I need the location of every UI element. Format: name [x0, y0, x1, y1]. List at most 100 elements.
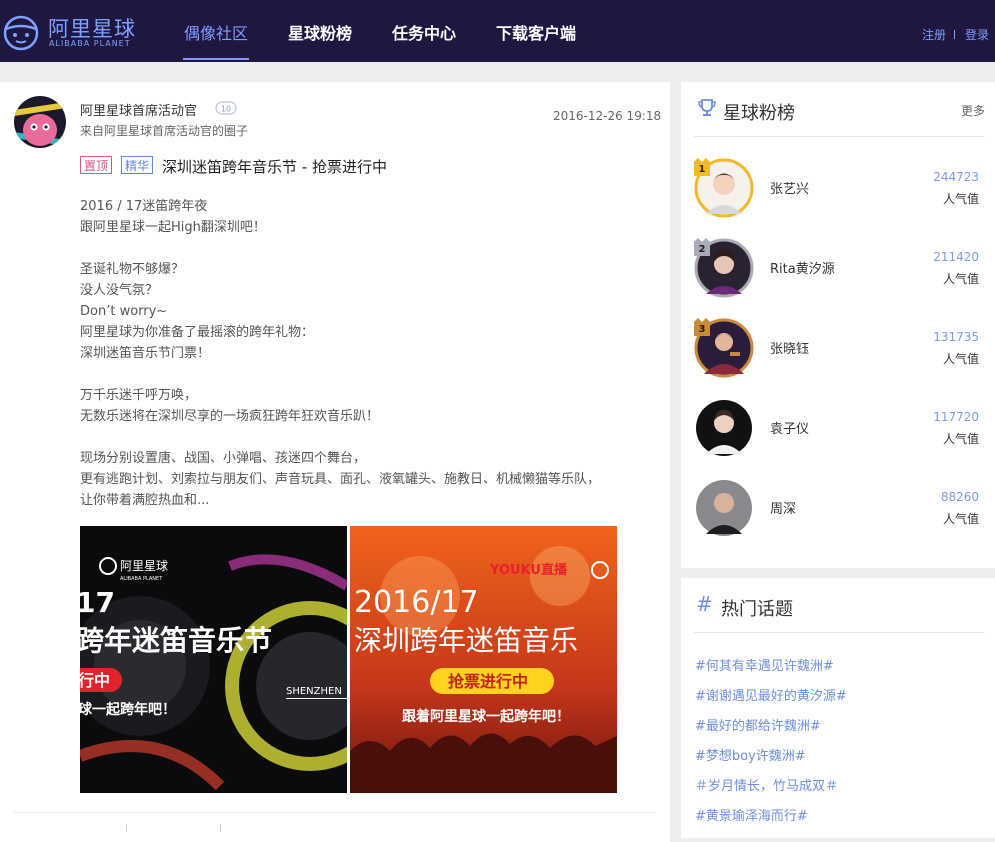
- poster1-brand-sub: ALIBABA PLANET: [120, 576, 163, 582]
- hashtag-icon: #: [696, 592, 713, 616]
- nav-download-client[interactable]: 下载客户端: [496, 20, 576, 44]
- planet-logo-icon: [3, 15, 39, 51]
- nav-task-center[interactable]: 任务中心: [392, 20, 456, 44]
- post-footer-divider: [14, 812, 656, 813]
- login-link[interactable]: 登录: [965, 26, 989, 43]
- rank-crown-bronze-icon: 3: [694, 318, 710, 336]
- register-link[interactable]: 注册: [922, 26, 946, 43]
- author-name[interactable]: 阿里星球首席活动官: [80, 100, 197, 119]
- ranking-avatar[interactable]: [694, 398, 754, 458]
- poster1-title: 跨年迷笛音乐节: [80, 624, 272, 657]
- post-body-line: 更有逃跑计划、刘索拉与朋友们、声音玩具、面孔、液氧罐头、施教日、机械懒猫等乐队，: [80, 472, 601, 487]
- ranking-score: 244723: [933, 170, 979, 184]
- auth-divider: [954, 30, 955, 39]
- ranking-name[interactable]: 张晓钰: [770, 338, 809, 357]
- ranking-row[interactable]: 1 张艺兴 244723 人气值: [681, 158, 995, 238]
- poster2-slogan: 跟着阿里星球一起跨年吧！: [402, 708, 570, 725]
- svg-text:10: 10: [221, 105, 231, 114]
- rank-number: 1: [699, 164, 706, 175]
- featured-tag: 精华: [121, 156, 154, 174]
- topic-link[interactable]: #最好的都给许魏洲#: [695, 715, 821, 734]
- post-body-line: 让你带着满腔热血和...: [80, 493, 210, 508]
- ranking-score: 131735: [933, 330, 979, 344]
- ranking-more-link[interactable]: 更多: [961, 102, 985, 119]
- post-body-line: 无数乐迷将在深圳尽享的一场疯狂跨年狂欢音乐趴！: [80, 409, 380, 424]
- rank-number: 2: [699, 244, 706, 255]
- post-body: 2016 / 17迷笛跨年夜 跟阿里星球一起High翻深圳吧！ 圣诞礼物不够爆？…: [80, 196, 660, 511]
- ranking-name[interactable]: 张艺兴: [770, 178, 809, 197]
- poster2-year: 2016/17: [354, 585, 479, 620]
- poster1-brand: 阿里星球: [120, 559, 168, 573]
- footer-separator: [126, 824, 127, 832]
- post-body-line: 万千乐迷千呼万唤，: [80, 388, 198, 403]
- trophy-icon: [698, 99, 716, 116]
- rank-crown-gold-icon: 1: [694, 158, 710, 176]
- topic-link[interactable]: #谢谢遇见最好的黄汐源#: [695, 685, 847, 704]
- nav-idol-community[interactable]: 偶像社区: [184, 20, 248, 44]
- poster2-brand: YOUKU直播: [489, 562, 568, 578]
- ranking-row[interactable]: 周深 88260 人气值: [681, 478, 995, 558]
- post-body-line: 没人没气氛？: [80, 283, 159, 298]
- ranking-unit: 人气值: [942, 192, 979, 206]
- ranking-avatar[interactable]: [694, 478, 754, 538]
- ranking-score: 88260: [940, 490, 979, 504]
- rank-number: 3: [699, 324, 706, 335]
- topic-link[interactable]: #黄景瑜泽海而行#: [695, 805, 808, 824]
- post-body-line: 阿里星球为你准备了最摇滚的跨年礼物：: [80, 325, 315, 340]
- footer-separator: [220, 824, 221, 832]
- poster2-badge: 抢票进行中: [448, 672, 528, 691]
- topics-divider: [694, 632, 985, 633]
- post-card: 阿里星球首席活动官 10 来自阿里星球首席活动官的圈子 2016-12-26 1…: [0, 82, 670, 842]
- ranking-unit: 人气值: [942, 432, 979, 446]
- ranking-score: 211420: [933, 250, 979, 264]
- post-body-line: [80, 364, 660, 385]
- ranking-score: 117720: [933, 410, 979, 424]
- poster1-badge: 行中: [80, 671, 110, 690]
- site-logo[interactable]: 阿里星球 ALIBABA PLANET: [2, 12, 135, 52]
- ranking-unit: 人气值: [942, 512, 979, 526]
- ranking-row[interactable]: 3 张晓钰 131735 人气值: [681, 318, 995, 398]
- poster2-title: 深圳跨年迷笛音乐: [354, 624, 578, 657]
- verified-badge-icon: 10: [215, 101, 237, 115]
- poster1-slogan: 球一起跨年吧！: [80, 701, 176, 718]
- top-navigation-bar: 阿里星球 ALIBABA PLANET 偶像社区 星球粉榜 任务中心 下载客户端…: [0, 0, 995, 62]
- topic-link[interactable]: ＃岁月情长，竹马成双＃: [695, 775, 838, 794]
- nav-fan-ranking[interactable]: 星球粉榜: [288, 20, 352, 44]
- ranking-unit: 人气值: [942, 272, 979, 286]
- post-body-line: Don’t worry~: [80, 304, 168, 319]
- post-body-line: 现场分别设置唐、战国、小弹唱、孩迷四个舞台，: [80, 451, 367, 466]
- post-image-1[interactable]: 阿里星球 ALIBABA PLANET 17 跨年迷笛音乐节 行中 球一起跨年吧…: [80, 526, 347, 793]
- ranking-unit: 人气值: [942, 352, 979, 366]
- rank-crown-silver-icon: 2: [694, 238, 710, 256]
- post-body-line: 圣诞礼物不够爆？: [80, 262, 185, 277]
- logo-subtitle: ALIBABA PLANET: [49, 39, 131, 48]
- pinned-tag: 置顶: [80, 156, 113, 174]
- post-body-line: 2016 / 17迷笛跨年夜: [80, 199, 208, 214]
- poster1-year: 17: [80, 586, 115, 619]
- topic-link[interactable]: #梦想boy许魏洲#: [695, 745, 806, 764]
- hot-topics-card: # 热门话题 #何其有幸遇见许魏洲# #谢谢遇见最好的黄汐源# #最好的都给许魏…: [681, 578, 995, 838]
- post-timestamp: 2016-12-26 19:18: [553, 109, 662, 123]
- topics-title: 热门话题: [721, 599, 793, 620]
- ranking-name[interactable]: 周深: [770, 498, 796, 517]
- author-avatar[interactable]: [14, 96, 66, 148]
- post-body-line: 跟阿里星球一起High翻深圳吧！: [80, 220, 266, 235]
- topic-link[interactable]: #何其有幸遇见许魏洲#: [695, 655, 834, 674]
- poster-concert-graphic: YOUKU直播 2016/17 深圳跨年迷笛音乐 抢票进行中 跟着阿里星球一起跨…: [350, 526, 617, 793]
- post-image-2[interactable]: YOUKU直播 2016/17 深圳跨年迷笛音乐 抢票进行中 跟着阿里星球一起跨…: [350, 526, 617, 793]
- ranking-divider: [694, 136, 985, 137]
- ranking-title: 星球粉榜: [723, 103, 795, 124]
- nav-active-indicator: [183, 58, 249, 60]
- ranking-row[interactable]: 2 Rita黄汐源 211420 人气值: [681, 238, 995, 318]
- post-title[interactable]: 深圳迷笛跨年音乐节 - 抢票进行中: [162, 156, 387, 177]
- fan-ranking-card: 星球粉榜 更多 1 张艺兴 244723 人气值 2 Rita黄汐源 21142…: [681, 82, 995, 568]
- ranking-name[interactable]: 袁子仪: [770, 418, 809, 437]
- post-body-line: 深圳迷笛音乐节门票！: [80, 346, 211, 361]
- poster1-side-text: SHENZHEN: [286, 686, 342, 697]
- ranking-name[interactable]: Rita黄汐源: [770, 258, 835, 277]
- post-body-line: [80, 238, 660, 259]
- post-body-line: [80, 427, 660, 448]
- poster-dark-graphic: 阿里星球 ALIBABA PLANET 17 跨年迷笛音乐节 行中 球一起跨年吧…: [80, 526, 347, 793]
- author-circle-source[interactable]: 来自阿里星球首席活动官的圈子: [80, 122, 248, 139]
- ranking-row[interactable]: 袁子仪 117720 人气值: [681, 398, 995, 478]
